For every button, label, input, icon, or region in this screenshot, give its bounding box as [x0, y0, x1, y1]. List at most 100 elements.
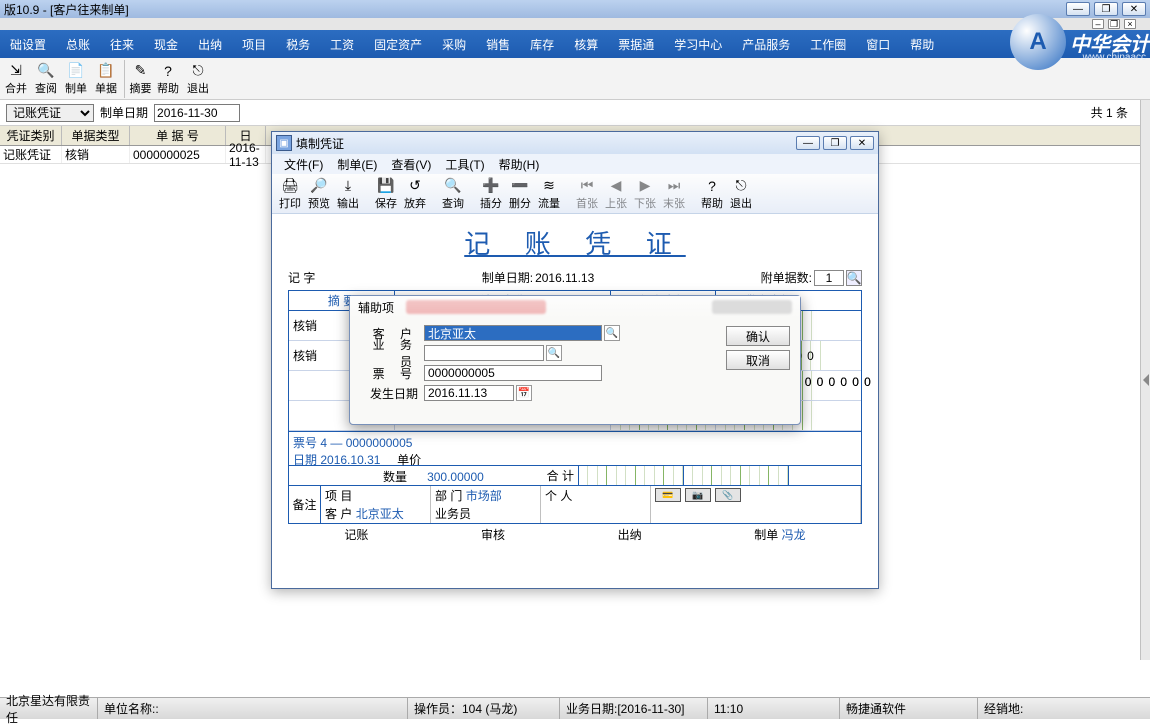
lookup-icon[interactable]: 🔍: [546, 345, 562, 361]
menu-item[interactable]: 项目: [232, 36, 276, 53]
voucher-date-input[interactable]: [154, 104, 240, 122]
cell-bill-no: 0000000025: [130, 146, 226, 163]
tool-exit[interactable]: ⎋退出: [184, 60, 212, 98]
menu-item[interactable]: 窗口: [856, 36, 900, 53]
voucher-sum-row: 合 计 100000000 100000000: [289, 465, 861, 485]
photo-icon[interactable]: 📷: [685, 488, 711, 502]
col-bill-no: 单 据 号: [130, 126, 226, 145]
aux-title-bar[interactable]: 辅助项: [350, 296, 800, 318]
voucher-title-bar[interactable]: ▣ 填制凭证 — ❐ ✕: [272, 132, 878, 154]
vmenu-tool[interactable]: 工具(T): [439, 156, 490, 173]
vt-prev[interactable]: ◀上张: [602, 176, 630, 212]
menu-item[interactable]: 出纳: [188, 36, 232, 53]
vt-save[interactable]: 💾保存: [372, 176, 400, 212]
exit-icon: ⎋: [188, 62, 208, 80]
aux-title: 辅助项: [358, 299, 394, 316]
menu-item[interactable]: 产品服务: [732, 36, 800, 53]
vmenu-file[interactable]: 文件(F): [278, 156, 329, 173]
print-icon: 🖨: [281, 177, 299, 195]
vmenu-make[interactable]: 制单(E): [331, 156, 383, 173]
menu-item[interactable]: 固定资产: [364, 36, 432, 53]
make-date-label: 制单日期:: [482, 269, 533, 286]
vt-flow[interactable]: ≋流量: [535, 176, 563, 212]
dept-link[interactable]: 市场部: [466, 487, 502, 504]
menu-item[interactable]: 库存: [520, 36, 564, 53]
attach-icon[interactable]: 📎: [715, 488, 741, 502]
menu-item[interactable]: 销售: [476, 36, 520, 53]
app-title-bar: 版10.9 - [客户往来制单] — ❐ ✕: [0, 0, 1150, 18]
customer-link[interactable]: 北京亚太: [356, 505, 404, 522]
vt-exit[interactable]: ⎋退出: [727, 176, 755, 212]
help-icon: ?: [708, 177, 716, 195]
vt-discard[interactable]: ↺放弃: [401, 176, 429, 212]
vmenu-view[interactable]: 查看(V): [385, 156, 437, 173]
sig-zd: 制单: [754, 528, 778, 542]
aux-ok-button[interactable]: 确认: [726, 326, 790, 346]
vt-delete[interactable]: ➖删分: [506, 176, 534, 212]
vwin-max-button[interactable]: ❐: [823, 136, 847, 150]
attach-lookup-icon[interactable]: 🔍: [846, 270, 862, 286]
menu-item[interactable]: 现金: [144, 36, 188, 53]
vwin-close-button[interactable]: ✕: [850, 136, 874, 150]
menu-item[interactable]: 工资: [320, 36, 364, 53]
vt-query[interactable]: 🔍查询: [439, 176, 467, 212]
menu-item[interactable]: 总账: [56, 36, 100, 53]
right-collapse-handle[interactable]: [1140, 100, 1150, 660]
aux-staff-input[interactable]: [424, 345, 544, 361]
voucher-menu: 文件(F) 制单(E) 查看(V) 工具(T) 帮助(H): [272, 154, 878, 174]
prev-icon: ◀: [611, 177, 622, 195]
doc-icon: 📄: [66, 62, 86, 80]
vt-preview[interactable]: 🔎预览: [305, 176, 333, 212]
vwin-min-button[interactable]: —: [796, 136, 820, 150]
menu-item[interactable]: 工作圈: [800, 36, 856, 53]
merge-icon: ⇲: [6, 62, 26, 80]
vt-print[interactable]: 🖨打印: [276, 176, 304, 212]
col-bill-type: 单据类型: [62, 126, 130, 145]
list-icon: 📋: [96, 62, 116, 80]
tool-summary[interactable]: ✎摘要: [124, 60, 152, 98]
sum-label: 合 计: [547, 467, 574, 484]
aux-date-label: 发生日期: [360, 385, 424, 402]
aux-bill-input[interactable]: [424, 365, 602, 381]
vt-last[interactable]: ⏭末张: [660, 176, 688, 212]
remark-label: 备注: [289, 486, 321, 523]
tool-lookup[interactable]: 🔍查阅: [32, 60, 60, 98]
vt-next[interactable]: ▶下张: [631, 176, 659, 212]
voucher-type-select[interactable]: 记账凭证: [6, 104, 94, 122]
tool-bill[interactable]: 📋单据: [92, 60, 120, 98]
vt-help[interactable]: ?帮助: [698, 176, 726, 212]
brand-logo: A 中华会计 www.chinaacc: [1010, 14, 1150, 70]
menu-item[interactable]: 票据通: [608, 36, 664, 53]
search-icon: 🔍: [444, 177, 461, 195]
card-icon[interactable]: 💳: [655, 488, 681, 502]
aux-cancel-button[interactable]: 取消: [726, 350, 790, 370]
attach-count-input[interactable]: [814, 270, 844, 286]
vt-export[interactable]: ⤓输出: [334, 176, 362, 212]
menu-item[interactable]: 帮助: [900, 36, 944, 53]
aux-customer-input[interactable]: [424, 325, 602, 341]
lookup-icon[interactable]: 🔍: [604, 325, 620, 341]
attach-label: 附单据数:: [761, 269, 812, 286]
menu-item[interactable]: 学习中心: [664, 36, 732, 53]
menu-item[interactable]: 采购: [432, 36, 476, 53]
date-label: 制单日期: [100, 104, 148, 121]
status-software: 畅捷通软件: [840, 698, 978, 719]
help-icon: ?: [158, 62, 178, 80]
vmenu-help[interactable]: 帮助(H): [493, 156, 546, 173]
menu-item[interactable]: 础设置: [0, 36, 56, 53]
menu-item[interactable]: 往来: [100, 36, 144, 53]
calendar-icon[interactable]: 📅: [516, 385, 532, 401]
preview-icon: 🔎: [310, 177, 327, 195]
menu-item[interactable]: 核算: [564, 36, 608, 53]
vt-first[interactable]: ⏮首张: [573, 176, 601, 212]
menu-item[interactable]: 税务: [276, 36, 320, 53]
aux-date-input[interactable]: [424, 385, 514, 401]
logo-disc-icon: A: [1010, 14, 1066, 70]
sig-jz: 记账: [344, 526, 368, 543]
vt-insert[interactable]: ➕插分: [477, 176, 505, 212]
first-icon: ⏮: [581, 177, 594, 195]
tool-merge[interactable]: ⇲合并: [2, 60, 30, 98]
tool-help[interactable]: ?帮助: [154, 60, 182, 98]
tool-voucher[interactable]: 📄制单: [62, 60, 90, 98]
export-icon: ⤓: [345, 177, 351, 195]
